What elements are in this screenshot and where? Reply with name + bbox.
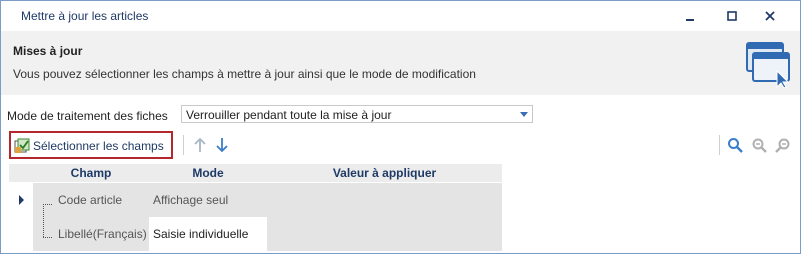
header-title: Mises à jour xyxy=(13,44,83,58)
column-header-valeur[interactable]: Valeur à appliquer xyxy=(267,166,502,180)
maximize-icon xyxy=(727,11,737,21)
title-bar: Mettre à jour les articles xyxy=(1,1,800,31)
window-cursor-icon xyxy=(746,42,790,89)
cell-champ[interactable]: Libellé(Français) xyxy=(33,217,149,251)
mode-select-value: Verrouiller pendant toute la mise à jour xyxy=(186,108,392,122)
tree-connector xyxy=(43,237,52,238)
cell-mode[interactable]: Saisie individuelle xyxy=(149,217,267,251)
maximize-button[interactable] xyxy=(715,5,749,27)
search-icon xyxy=(728,138,743,153)
tree-connector xyxy=(43,204,52,205)
select-fields-button[interactable]: Sélectionner les champs xyxy=(9,131,173,159)
row-indicator[interactable] xyxy=(9,183,33,217)
close-icon xyxy=(765,11,775,21)
arrow-down-icon xyxy=(216,138,228,153)
search-previous-icon xyxy=(752,138,767,153)
search-button[interactable] xyxy=(726,136,744,154)
search-next-icon xyxy=(775,138,790,153)
info-header: Mises à jour Vous pouvez sélectionner le… xyxy=(1,31,800,95)
minimize-icon xyxy=(686,19,694,21)
dialog-window: Mettre à jour les articles Mises à jour … xyxy=(0,0,801,254)
mode-label: Mode de traitement des fiches xyxy=(7,109,168,123)
cell-mode[interactable]: Affichage seul xyxy=(149,183,267,217)
header-description: Vous pouvez sélectionner les champs à me… xyxy=(13,67,476,81)
grid-header: Champ Mode Valeur à appliquer xyxy=(9,164,502,182)
mode-select[interactable]: Verrouiller pendant toute la mise à jour xyxy=(181,105,533,123)
cell-valeur[interactable] xyxy=(267,217,502,251)
search-previous-button[interactable] xyxy=(750,136,768,154)
close-button[interactable] xyxy=(753,5,787,27)
minimize-button[interactable] xyxy=(673,5,707,27)
cell-valeur[interactable] xyxy=(267,183,502,217)
window-title: Mettre à jour les articles xyxy=(21,9,149,23)
select-fields-label: Sélectionner les champs xyxy=(33,139,164,153)
move-down-button[interactable] xyxy=(213,136,231,154)
search-next-button[interactable] xyxy=(774,136,792,154)
column-header-mode[interactable]: Mode xyxy=(149,166,267,180)
fields-grid: Champ Mode Valeur à appliquer Code artic… xyxy=(9,164,502,251)
toolbar-separator xyxy=(719,135,720,155)
current-row-icon xyxy=(19,195,24,205)
tree-connector xyxy=(43,204,44,237)
row-indicator[interactable] xyxy=(9,217,33,251)
table-row[interactable]: Libellé(Français) Saisie individuelle xyxy=(9,217,502,251)
toolbar-separator xyxy=(183,135,184,155)
arrow-up-icon xyxy=(194,137,206,152)
select-fields-icon xyxy=(14,138,30,153)
chevron-down-icon[interactable] xyxy=(520,112,528,117)
cell-champ[interactable]: Code article xyxy=(33,183,149,217)
move-up-button[interactable] xyxy=(191,136,209,154)
column-header-champ[interactable]: Champ xyxy=(33,166,149,180)
table-row[interactable]: Code article Affichage seul xyxy=(9,183,502,217)
